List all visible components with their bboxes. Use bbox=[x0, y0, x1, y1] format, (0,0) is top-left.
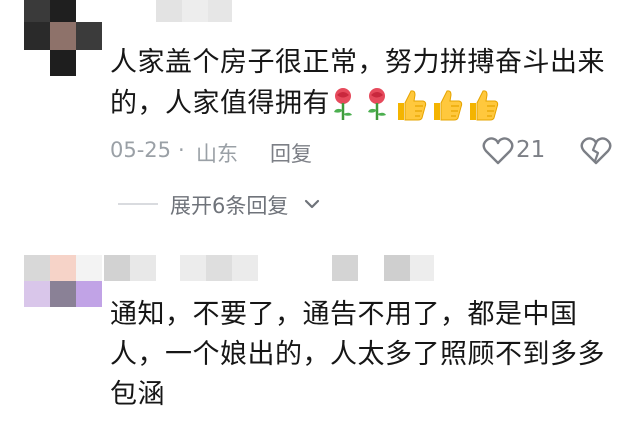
rose-emoji-icon bbox=[334, 88, 352, 120]
avatar[interactable] bbox=[24, 0, 102, 76]
thumbs-up-emoji-icon bbox=[470, 90, 499, 121]
thumbs-up-emoji-icon bbox=[434, 90, 463, 121]
meta-separator: · bbox=[178, 138, 185, 162]
avatar[interactable] bbox=[24, 255, 102, 307]
like-count: 21 bbox=[516, 137, 546, 163]
expand-replies-label: 展开6条回复 bbox=[170, 194, 289, 218]
thumbs-up-emoji-icon bbox=[398, 90, 427, 121]
comment-text-line: 通知，不要了，通告不用了，都是中国 bbox=[110, 299, 578, 330]
broken-heart-icon[interactable] bbox=[580, 136, 612, 166]
reply-button[interactable]: 回复 bbox=[270, 138, 312, 168]
heart-icon[interactable] bbox=[482, 136, 514, 166]
chevron-down-icon bbox=[304, 199, 320, 209]
comment-text-line: 的，人家值得拥有 bbox=[110, 88, 330, 119]
comment-text-line: 人，一个娘出的，人太多了照顾不到多多 bbox=[110, 339, 605, 370]
comment-date: 05-25 bbox=[110, 138, 172, 162]
expand-replies-button[interactable]: 展开6条回复 bbox=[170, 190, 330, 218]
rose-emoji-icon bbox=[368, 88, 386, 120]
comment-location: 山东 bbox=[196, 142, 238, 166]
username[interactable] bbox=[156, 0, 232, 22]
username[interactable] bbox=[104, 255, 434, 281]
comment-text-line: 包涵 bbox=[110, 379, 165, 410]
expand-divider bbox=[118, 203, 158, 205]
comment-text-line: 人家盖个房子很正常，努力拼搏奋斗出来 bbox=[110, 47, 605, 78]
